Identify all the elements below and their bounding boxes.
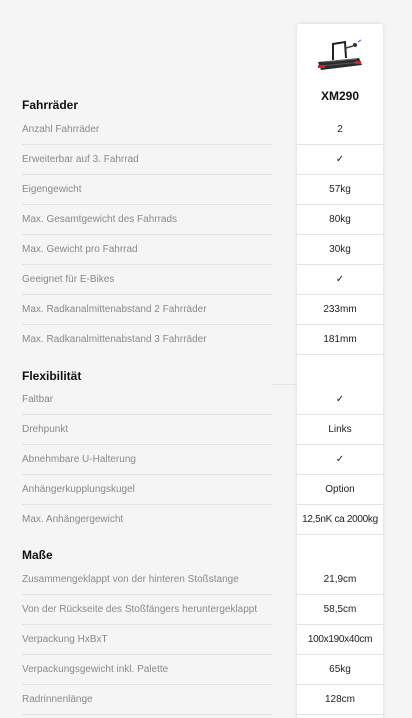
table-row: Radrinnenlänge 128cm [0,685,383,715]
row-value: 128cm [324,694,355,705]
table-row: Eigengewicht 57kg [0,175,383,205]
row-label: Verpackungsgewicht inkl. Palette [22,664,169,675]
row-value: 80kg [329,214,351,225]
row-value: 233mm [323,304,357,315]
row-value: 12,5nK ca 2000kg [302,514,378,525]
row-value: 100x190x40cm [307,634,373,645]
checkmark-icon: ✓ [335,274,345,285]
row-divider [297,714,383,715]
table-row: Anhängerkupplungskugel Option [0,475,383,505]
table-row: Von der Rückseite des Stoßfängers herunt… [0,595,383,625]
row-label: Radrinnenlänge [22,694,93,705]
bike-carrier-image [315,38,365,76]
row-value: 58,5cm [323,604,357,615]
row-divider [297,354,383,355]
row-label: Eigengewicht [22,184,82,195]
row-value: 181mm [323,334,357,345]
row-divider [297,534,383,535]
row-value: 21,9cm [323,574,357,585]
row-label: Zusammengeklappt von der hinteren Stoßst… [22,574,239,585]
table-row: Max. Radkanalmittenabstand 3 Fahrräder 1… [0,325,383,355]
table-row: Zusammengeklappt von der hinteren Stoßst… [0,565,383,595]
section-title-masse: Maße [22,548,53,562]
row-label: Anhängerkupplungskugel [22,484,135,495]
row-label: Anzahl Fahrräder [22,124,100,135]
table-row: Faltbar ✓ [0,385,383,415]
row-value: Links [328,424,352,435]
row-value: Option [325,484,355,495]
table-row: Max. Anhängergewicht 12,5nK ca 2000kg [0,505,383,535]
table-row: Verpackungsgewicht inkl. Palette 65kg [0,655,383,685]
table-row: Max. Radkanalmittenabstand 2 Fahrräder 2… [0,295,383,325]
section-title-flexibilitaet: Flexibilität [22,369,82,383]
table-row: Max. Gesamtgewicht des Fahrrads 80kg [0,205,383,235]
row-value: 65kg [329,664,351,675]
checkmark-icon: ✓ [335,154,345,165]
table-row: Max. Gewicht pro Fahrrad 30kg [0,235,383,265]
row-label: Abnehmbare U-Halterung [22,454,136,465]
row-divider [22,714,272,715]
row-label: Geeignet für E-Bikes [22,274,115,285]
row-label: Max. Radkanalmittenabstand 3 Fahrräder [22,334,207,345]
table-row: Anzahl Fahrräder 2 [0,115,383,145]
row-label: Max. Gesamtgewicht des Fahrrads [22,214,178,225]
table-row: Drehpunkt Links [0,415,383,445]
checkmark-icon: ✓ [335,454,345,465]
row-label: Max. Anhängergewicht [22,514,124,525]
checkmark-icon: ✓ [335,394,345,405]
table-row: Verpackung HxBxT 100x190x40cm [0,625,383,655]
row-value: 57kg [329,184,351,195]
row-value: 30kg [329,244,351,255]
row-label: Verpackung HxBxT [22,634,108,645]
section-title-fahrraeder: Fahrräder [22,98,79,112]
table-row: Erweiterbar auf 3. Fahrrad ✓ [0,145,383,175]
row-label: Max. Gewicht pro Fahrrad [22,244,138,255]
row-label: Erweiterbar auf 3. Fahrrad [22,154,139,165]
row-value: 2 [337,124,343,135]
row-label: Von der Rückseite des Stoßfängers herunt… [22,604,258,615]
row-label: Max. Radkanalmittenabstand 2 Fahrräder [22,304,207,315]
row-label: Drehpunkt [22,424,69,435]
table-row: Geeignet für E-Bikes ✓ [0,265,383,295]
product-name: XM290 [320,89,360,103]
table-row: Abnehmbare U-Halterung ✓ [0,445,383,475]
row-label: Faltbar [22,394,54,405]
